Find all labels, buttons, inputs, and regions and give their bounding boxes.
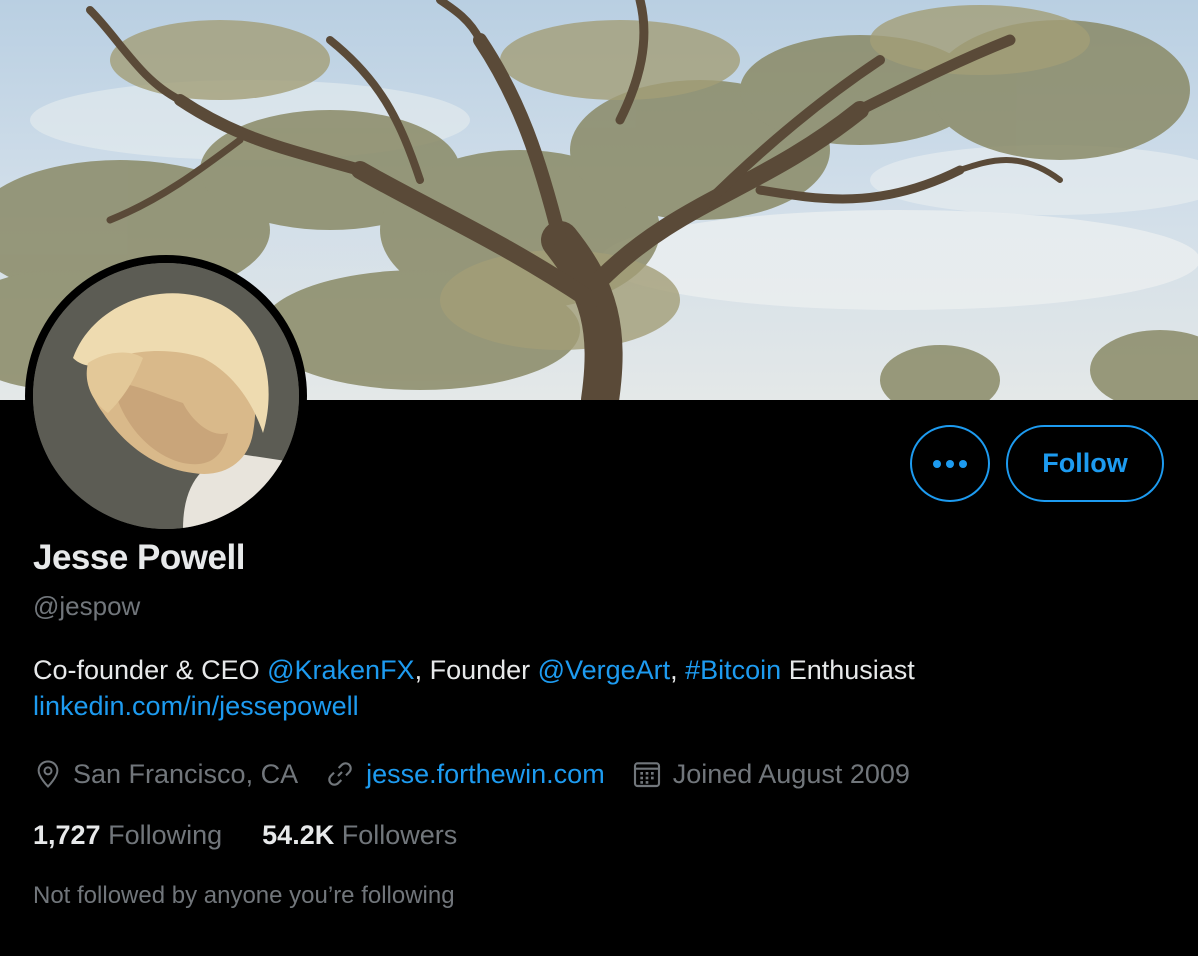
- location-pin-icon: [37, 760, 59, 788]
- website-item: jesse.forthewin.com: [324, 758, 605, 790]
- hashtag-bitcoin[interactable]: #Bitcoin: [685, 655, 781, 685]
- link-icon: [328, 762, 352, 786]
- calendar-icon: [633, 762, 660, 788]
- avatar-photo: [33, 263, 299, 529]
- more-dots-icon: [933, 459, 967, 468]
- profile-bio: Co-founder & CEO @KrakenFX, Founder @Ver…: [33, 652, 1133, 724]
- more-options-button[interactable]: [910, 425, 990, 502]
- followers-count: 54.2K: [262, 820, 335, 850]
- following-label: Following: [108, 820, 223, 850]
- mention-vergeart[interactable]: @VergeArt: [538, 655, 670, 685]
- bio-text: ,: [670, 655, 686, 685]
- location-text: San Francisco, CA: [73, 758, 299, 789]
- followers-label: Followers: [341, 820, 458, 850]
- followers-stat[interactable]: 54.2K Followers: [262, 820, 457, 851]
- bio-text: Co-founder & CEO: [33, 655, 268, 685]
- website-link[interactable]: jesse.forthewin.com: [366, 759, 605, 790]
- following-count: 1,727: [33, 820, 101, 850]
- bio-text: , Founder: [414, 655, 538, 685]
- profile-meta: San Francisco, CA jesse.forthewin.com Jo…: [33, 755, 936, 793]
- profile-handle: @jespow: [33, 591, 141, 621]
- following-stat[interactable]: 1,727 Following: [33, 820, 222, 851]
- bio-linkedin-link[interactable]: linkedin.com/in/jessepowell: [33, 691, 359, 721]
- profile-avatar[interactable]: [25, 255, 307, 537]
- joined-text: Joined August 2009: [672, 758, 910, 789]
- followed-by-notice: Not followed by anyone you’re following: [33, 882, 455, 909]
- profile-stats: 1,727 Following 54.2K Followers: [33, 820, 497, 851]
- profile-name: Jesse Powell: [33, 538, 245, 577]
- joined-item: Joined August 2009: [631, 758, 910, 790]
- mention-krakenfx[interactable]: @KrakenFX: [267, 655, 414, 685]
- follow-button[interactable]: Follow: [1006, 425, 1164, 502]
- location-item: San Francisco, CA: [33, 759, 298, 790]
- bio-text: Enthusiast: [781, 655, 915, 685]
